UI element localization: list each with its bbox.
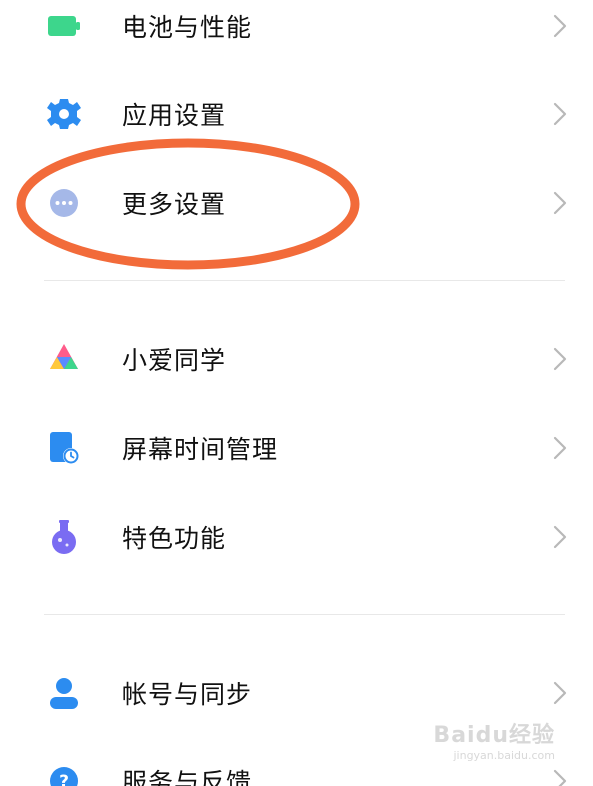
settings-item-label: 应用设置 [122, 101, 227, 130]
gear-icon [42, 92, 86, 136]
chevron-right-icon [551, 13, 569, 39]
chevron-right-icon [551, 190, 569, 216]
section-divider [44, 280, 565, 281]
chevron-right-icon [551, 346, 569, 372]
flask-icon [42, 515, 86, 559]
watermark-title: Baidu经验 [433, 723, 555, 748]
settings-item-label: 帐号与同步 [122, 680, 253, 709]
chevron-right-icon [551, 680, 569, 706]
settings-item-label: 特色功能 [122, 524, 227, 553]
chevron-right-icon [551, 524, 569, 550]
section-divider [44, 614, 565, 615]
svg-text:?: ? [59, 772, 69, 786]
settings-item-label: 服务与反馈 [122, 768, 253, 786]
settings-item-more-settings[interactable]: 更多设置 [0, 159, 593, 247]
settings-item-label: 屏幕时间管理 [122, 435, 279, 464]
settings-item-screen-time[interactable]: 屏幕时间管理 [0, 404, 593, 492]
watermark: Baidu经验 jingyan.baidu.com [433, 717, 555, 762]
settings-item-app-settings[interactable]: 应用设置 [0, 70, 593, 158]
chevron-right-icon [551, 768, 569, 786]
battery-icon [42, 4, 86, 48]
settings-item-battery[interactable]: 电池与性能 [0, 0, 593, 70]
watermark-url: jingyan.baidu.com [453, 749, 555, 762]
chevron-right-icon [551, 101, 569, 127]
screen-time-icon [42, 426, 86, 470]
settings-item-label: 电池与性能 [122, 13, 253, 42]
chevron-right-icon [551, 435, 569, 461]
more-dots-icon [42, 181, 86, 225]
settings-item-special-features[interactable]: 特色功能 [0, 493, 593, 581]
xiaoai-icon [42, 337, 86, 381]
person-icon [42, 671, 86, 715]
settings-screen: 电池与性能 应用设置 更多设置 小爱同学 屏幕时间管理 特色功能 帐号与同步 ?… [0, 0, 593, 786]
settings-item-label: 小爱同学 [122, 346, 227, 375]
settings-item-xiaoai[interactable]: 小爱同学 [0, 315, 593, 403]
settings-item-label: 更多设置 [122, 190, 227, 219]
help-icon: ? [42, 759, 86, 786]
